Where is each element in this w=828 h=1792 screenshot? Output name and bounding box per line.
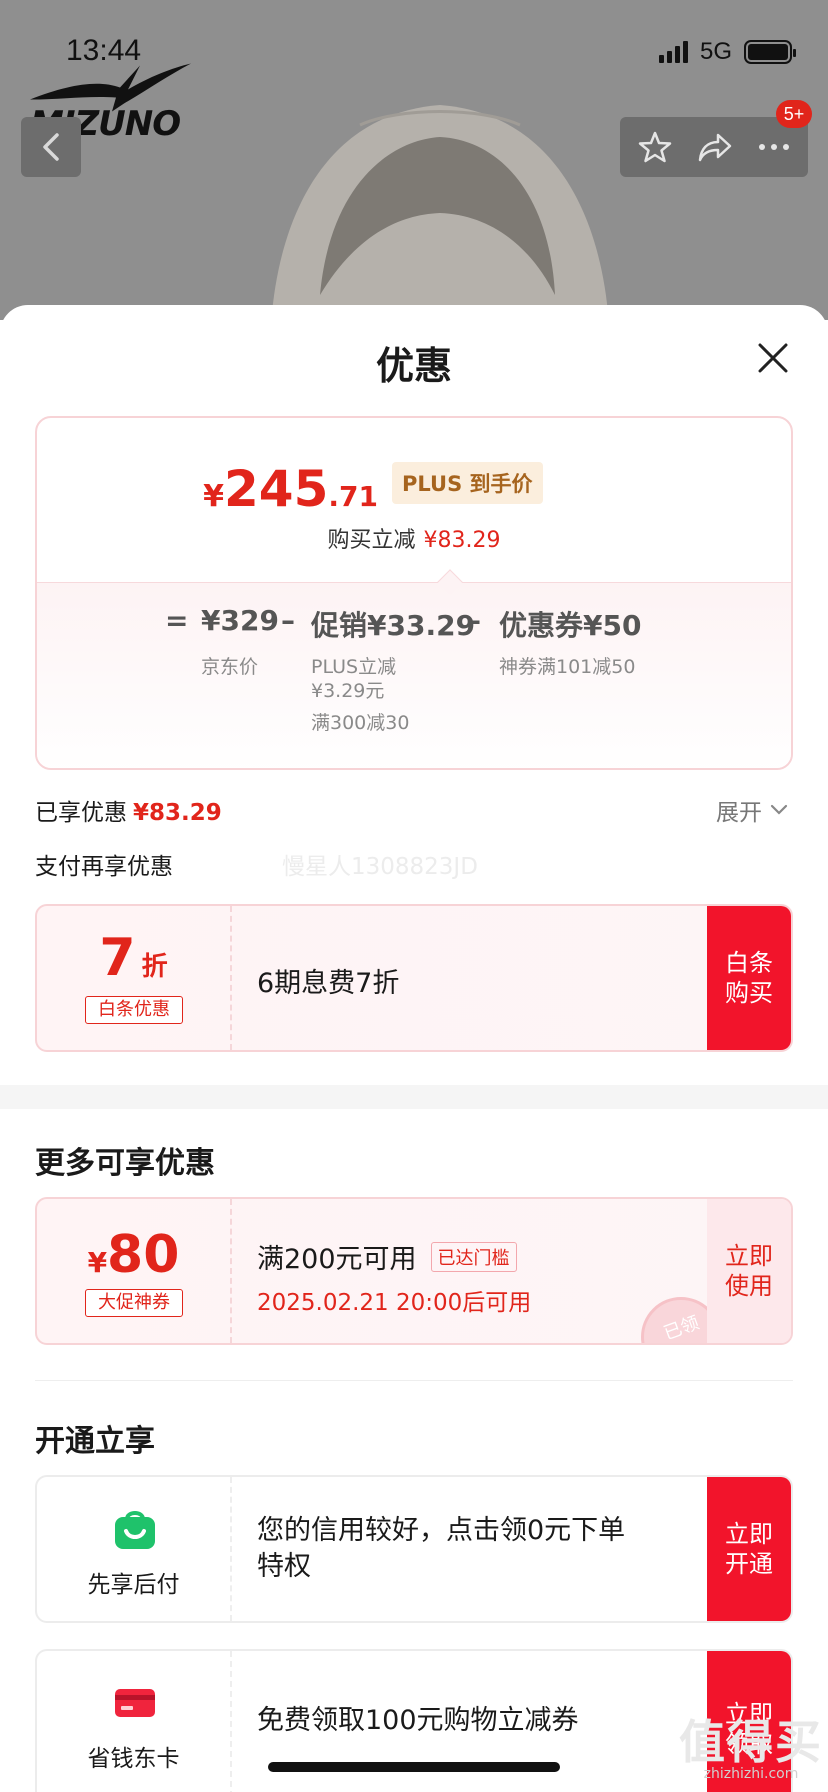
coupon-tag: 大促神券 bbox=[85, 1289, 183, 1317]
shopping-bag-icon bbox=[115, 1511, 155, 1549]
coupon-card: ¥80 大促神券 满200元可用 已达门槛 2025.02.21 20:00后可… bbox=[35, 1197, 793, 1345]
baitiao-discount-value: 7折 bbox=[37, 928, 230, 988]
final-price-yen: ¥ bbox=[203, 479, 225, 514]
reduce-label: 购买立减 bbox=[327, 528, 416, 553]
priv-text: 您的信用较好，点击领0元下单 特权 bbox=[257, 1513, 625, 1585]
coupon-valid-from: 2025.02.21 20:00后可用 bbox=[257, 1290, 532, 1316]
priv-label: 省钱东卡 bbox=[87, 1746, 180, 1772]
coupon-amount: 优惠券¥50 bbox=[499, 609, 642, 642]
coupon-condition-row: 满200元可用 已达门槛 bbox=[257, 1237, 517, 1276]
open-enjoy-title: 开通立享 bbox=[35, 1424, 155, 1459]
use-coupon-button[interactable]: 立即 使用 bbox=[707, 1199, 791, 1343]
chevron-down-icon bbox=[770, 804, 788, 815]
home-indicator[interactable] bbox=[268, 1762, 560, 1772]
priv-text-line-1: 免费领取100元购物立减券 bbox=[257, 1705, 579, 1736]
card-icon bbox=[115, 1689, 155, 1717]
priv-text-line-1: 您的信用较好，点击领0元下单 bbox=[257, 1515, 626, 1546]
coupon-detail: 神券满101减50 bbox=[499, 656, 636, 678]
saved-label: 已享优惠 bbox=[35, 800, 127, 826]
baitiao-discount-card: 7折 白条优惠 6期息费7折 白条 购买 bbox=[35, 904, 793, 1052]
promo-detail-3: 满300减30 bbox=[311, 712, 410, 734]
site-watermark: 值得买 zhizhizhi.com bbox=[678, 1706, 824, 1782]
saved-discount-row: 已享优惠 ¥83.29 bbox=[35, 793, 222, 827]
status-time: 13:44 bbox=[66, 34, 142, 67]
more-icon[interactable] bbox=[758, 143, 790, 151]
reduce-value: ¥83.29 bbox=[423, 528, 501, 553]
promo-detail-1: PLUS立减 bbox=[311, 656, 397, 678]
cta-line-2: 开通 bbox=[725, 1550, 773, 1578]
threshold-tag: 已达门槛 bbox=[430, 1241, 517, 1272]
signal-icon bbox=[658, 41, 688, 63]
coupon-yen: ¥ bbox=[87, 1246, 108, 1279]
discount-unit: 折 bbox=[141, 952, 168, 982]
cta-line-1: 立即 bbox=[725, 1520, 773, 1548]
close-icon[interactable] bbox=[756, 341, 790, 375]
minus-sign-1: – bbox=[281, 604, 295, 637]
user-watermark: 慢星人1308823JD bbox=[282, 854, 478, 880]
priv-label: 先享后付 bbox=[87, 1572, 180, 1598]
message-count-badge: 5+ bbox=[776, 100, 812, 128]
header-actions bbox=[620, 117, 808, 177]
priv-card-pay-later: 先享后付 您的信用较好，点击领0元下单 特权 立即 开通 bbox=[35, 1475, 793, 1623]
promo-amount: 促销¥33.29 bbox=[311, 609, 476, 642]
promo-detail-2: ¥3.29元 bbox=[311, 680, 385, 702]
coupon-condition: 满200元可用 bbox=[257, 1244, 417, 1275]
baitiao-tag: 白条优惠 bbox=[85, 996, 183, 1024]
cta-line-2: 使用 bbox=[725, 1272, 773, 1300]
product-image-backdrop: MIZUNO 13:44 5G 5+ bbox=[0, 0, 828, 320]
priv-text-line-2: 特权 bbox=[257, 1551, 311, 1582]
site-watermark-big: 值得买 bbox=[679, 1715, 823, 1769]
jd-price-label: 京东价 bbox=[201, 656, 259, 678]
final-price: ¥245.71 bbox=[37, 460, 378, 518]
more-discount-title: 更多可享优惠 bbox=[35, 1146, 215, 1181]
open-now-button[interactable]: 立即 开通 bbox=[707, 1477, 791, 1621]
claimed-stamp-text: 已领 bbox=[661, 1312, 703, 1345]
jacket-image bbox=[271, 105, 609, 320]
plus-price-tag: PLUS 到手价 bbox=[392, 462, 543, 504]
price-breakdown-card: ¥245.71 PLUS 到手价 购买立减 ¥83.29 = ¥329 京东价 –… bbox=[35, 416, 793, 770]
status-indicators: 5G bbox=[658, 38, 796, 66]
coupon-value: ¥80 bbox=[37, 1225, 230, 1285]
star-icon[interactable] bbox=[638, 130, 672, 164]
priv-text: 免费领取100元购物立减券 bbox=[257, 1703, 579, 1739]
expand-button[interactable]: 展开 bbox=[716, 793, 788, 827]
baitiao-desc: 6期息费7折 bbox=[257, 968, 400, 999]
saved-value: ¥83.29 bbox=[133, 800, 222, 826]
divider bbox=[35, 1380, 793, 1381]
network-type: 5G bbox=[699, 38, 732, 65]
share-icon[interactable] bbox=[697, 131, 733, 163]
discount-number: 7 bbox=[99, 928, 136, 988]
expand-label: 展开 bbox=[716, 800, 762, 826]
final-price-integer: 245 bbox=[224, 460, 329, 518]
jd-price: ¥329 bbox=[201, 604, 279, 637]
battery-icon bbox=[744, 40, 796, 64]
cta-line-1: 白条 bbox=[725, 949, 773, 977]
sheet-title: 优惠 bbox=[375, 344, 452, 388]
equals-sign: = bbox=[165, 604, 189, 637]
section-separator bbox=[0, 1085, 828, 1109]
reduce-line: 购买立减 ¥83.29 bbox=[37, 522, 791, 554]
final-price-decimal: .71 bbox=[328, 480, 378, 513]
chevron-left-icon bbox=[43, 133, 59, 161]
minus-sign-2: – bbox=[467, 604, 481, 637]
back-button[interactable] bbox=[21, 117, 81, 177]
coupon-amount: 80 bbox=[107, 1225, 180, 1285]
cta-line-1: 立即 bbox=[725, 1242, 773, 1270]
pay-discount-title: 支付再享优惠 bbox=[35, 854, 173, 880]
baitiao-buy-button[interactable]: 白条 购买 bbox=[707, 906, 791, 1050]
cta-line-2: 购买 bbox=[725, 979, 773, 1007]
